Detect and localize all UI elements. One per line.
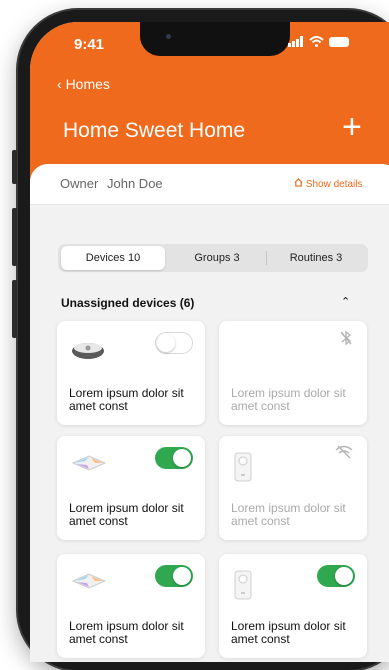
page-title: Home Sweet Home: [63, 119, 246, 142]
device-label: Lorem ipsum dolor sit amet const: [69, 501, 184, 528]
wifi-off-icon: [335, 445, 353, 459]
toggle-knob: [335, 567, 353, 585]
toggle-knob: [173, 567, 191, 585]
collapse-caret-icon[interactable]: ⌃: [341, 295, 350, 308]
device-card[interactable]: Lorem ipsum dolor sit amet const: [57, 436, 205, 540]
show-details-label: Show details: [305, 179, 363, 190]
side-button: [12, 150, 17, 184]
tab-routines[interactable]: Routines 3: [267, 246, 365, 270]
device-label: Lorem ipsum dolor sit amet const: [69, 619, 184, 646]
wifi-icon: [309, 36, 324, 47]
side-button: [12, 208, 17, 266]
device-label: Lorem ipsum dolor sit amet const: [69, 386, 184, 413]
add-button[interactable]: +: [342, 110, 362, 144]
power-toggle[interactable]: [155, 447, 193, 469]
device-card[interactable]: Lorem ipsum dolor sit amet const: [57, 321, 205, 425]
home-icon: [294, 178, 303, 187]
battery-icon: [329, 36, 349, 47]
header: 9:41 ‹ Homes Home Sweet Home +: [30, 22, 389, 182]
power-toggle[interactable]: [317, 565, 355, 587]
smart-plug-icon: [234, 452, 252, 482]
device-card[interactable]: Lorem ipsum dolor sit amet const: [57, 554, 205, 658]
camera-dot: [166, 34, 171, 39]
device-label: Lorem ipsum dolor sit amet const: [231, 619, 346, 646]
toggle-knob: [157, 334, 175, 352]
content-sheet: Owner John Doe Show details Devices 10 G…: [30, 164, 389, 662]
tab-groups[interactable]: Groups 3: [168, 246, 266, 270]
side-button: [12, 280, 17, 338]
power-toggle[interactable]: [155, 332, 193, 354]
power-toggle[interactable]: [155, 565, 193, 587]
signal-icon: [288, 36, 303, 47]
light-panel-icon: [71, 573, 107, 589]
owner-label: Owner: [60, 176, 99, 191]
device-card[interactable]: Lorem ipsum dolor sit amet const: [219, 321, 367, 425]
smart-plug-icon: [234, 570, 252, 600]
light-dome-icon: [72, 343, 104, 359]
bluetooth-off-icon: [340, 330, 352, 346]
section-title: Unassigned devices (6): [61, 296, 195, 310]
back-label: Homes: [65, 76, 110, 92]
status-icons: [288, 36, 349, 47]
owner-name: John Doe: [107, 176, 163, 191]
screen: 9:41 ‹ Homes Home Sweet Home + Owner Joh…: [30, 22, 389, 662]
device-label: Lorem ipsum dolor sit amet const: [231, 501, 346, 528]
chevron-left-icon: ‹: [57, 76, 62, 92]
owner-row: Owner John Doe Show details: [30, 164, 389, 205]
device-card[interactable]: Lorem ipsum dolor sit amet const: [219, 436, 367, 540]
tab-devices[interactable]: Devices 10: [61, 246, 165, 270]
notch: [140, 22, 290, 56]
segmented-tabs: Devices 10 Groups 3 Routines 3: [58, 244, 368, 272]
back-button[interactable]: ‹ Homes: [57, 76, 110, 92]
toggle-knob: [173, 449, 191, 467]
show-details-link[interactable]: Show details: [294, 178, 362, 190]
light-panel-icon: [71, 455, 107, 471]
device-label: Lorem ipsum dolor sit amet const: [231, 386, 346, 413]
device-card[interactable]: Lorem ipsum dolor sit amet const: [219, 554, 367, 658]
status-time: 9:41: [74, 36, 105, 53]
